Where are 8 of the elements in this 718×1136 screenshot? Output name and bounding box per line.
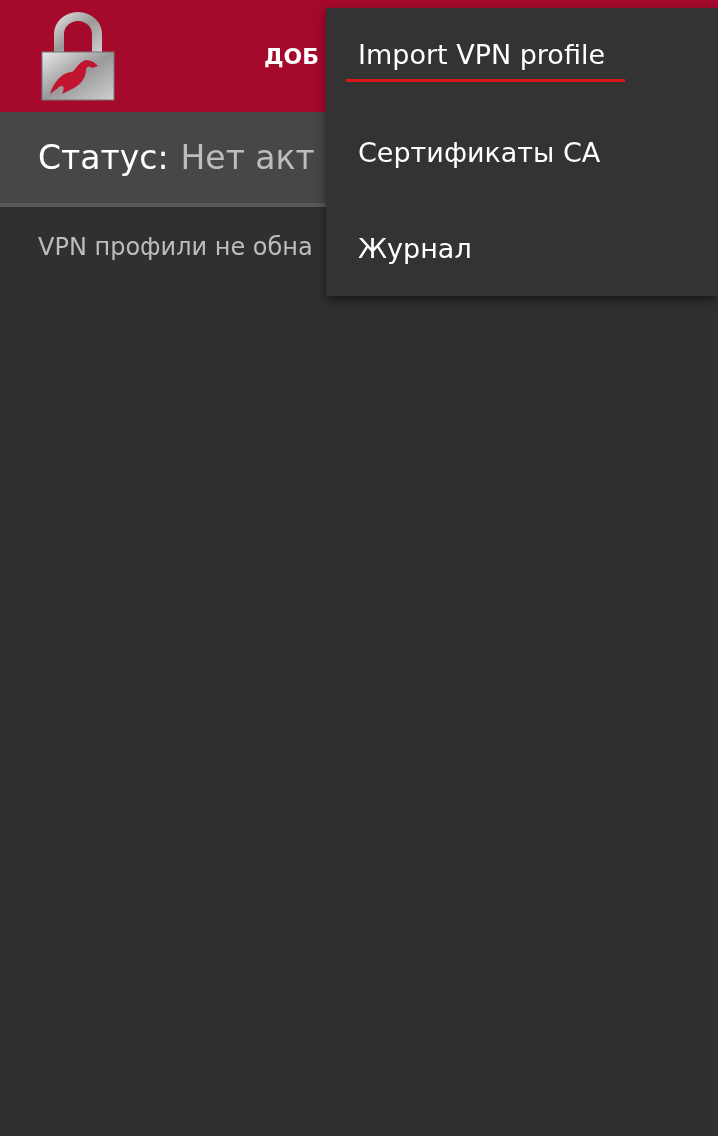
menu-item[interactable]: Сертификаты CA — [358, 104, 601, 200]
padlock-logo-icon — [40, 10, 116, 102]
status-label: Статус: — [38, 138, 169, 177]
empty-message: VPN профили не обна — [38, 233, 313, 261]
add-action[interactable]: ДОБ — [264, 43, 320, 69]
menu-item[interactable]: Журнал — [358, 200, 472, 296]
status-value: Нет акт — [180, 138, 315, 177]
menu-item[interactable]: Import VPN profile — [346, 8, 625, 82]
